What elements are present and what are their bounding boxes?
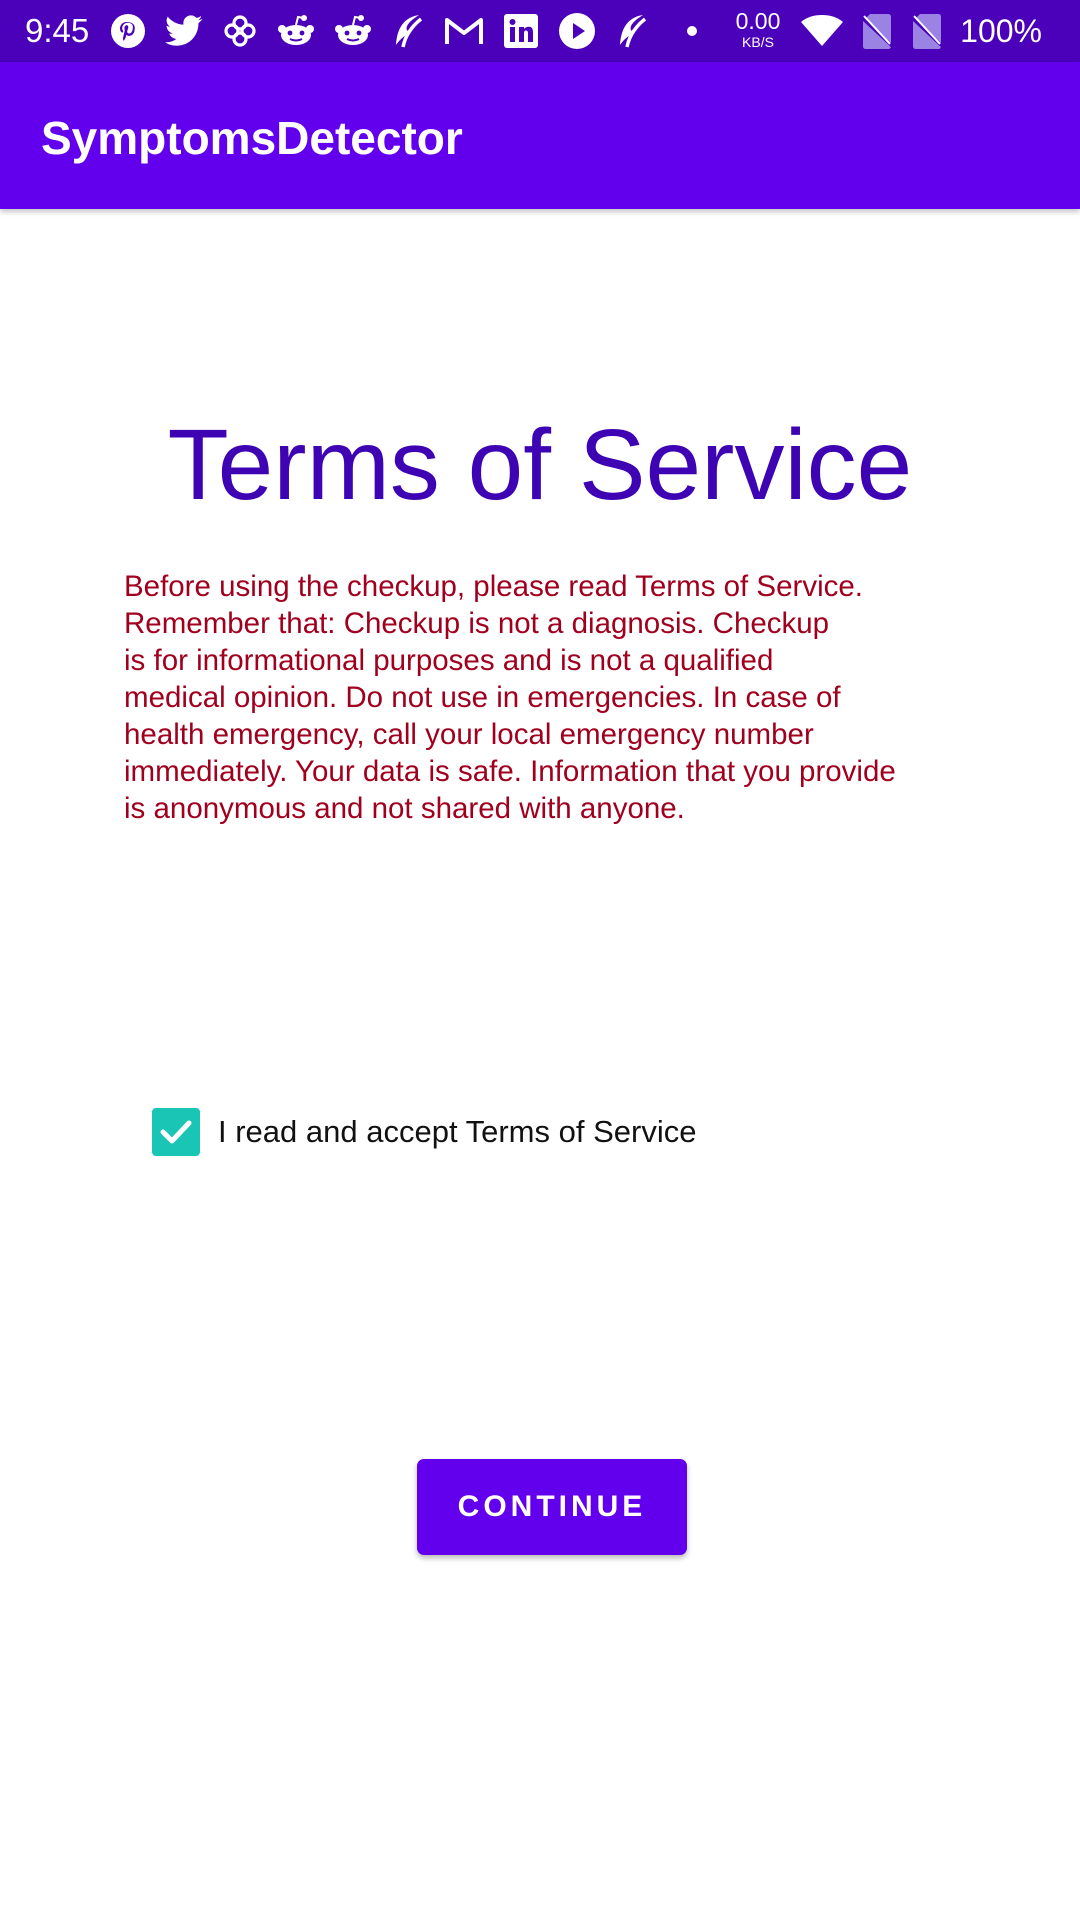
pinwheel-icon xyxy=(222,13,258,49)
network-speed-unit: KB/S xyxy=(742,34,774,50)
reddit-icon xyxy=(334,14,372,48)
status-time: 9:45 xyxy=(25,12,90,49)
app-title: SymptomsDetector xyxy=(41,112,463,164)
linkedin-icon xyxy=(503,13,539,49)
app-icon xyxy=(615,13,649,49)
network-speed: 0.00 KB/S xyxy=(730,8,786,50)
notification-icons xyxy=(110,11,698,51)
battery-level: 100% xyxy=(960,13,1042,49)
dot-icon xyxy=(686,25,698,37)
gmail-icon xyxy=(444,16,484,46)
twitter-icon xyxy=(165,14,203,48)
page-heading: Terms of Service xyxy=(167,409,913,521)
terms-text: Before using the checkup, please read Te… xyxy=(124,570,896,825)
wifi-icon xyxy=(800,14,844,48)
no-sim-icon xyxy=(860,12,894,50)
system-icons xyxy=(800,11,944,51)
status-bar: 9:45 0.00 KB/S 100% xyxy=(0,0,1080,62)
checkmark-icon xyxy=(160,1120,192,1144)
accept-terms-checkbox[interactable] xyxy=(152,1108,200,1156)
accept-terms-label[interactable]: I read and accept Terms of Service xyxy=(218,1114,696,1150)
network-speed-value: 0.00 xyxy=(735,8,781,34)
reddit-icon xyxy=(277,14,315,48)
continue-button[interactable]: CONTINUE xyxy=(417,1459,687,1555)
no-sim-icon xyxy=(910,12,944,50)
youtube-icon xyxy=(558,12,596,50)
app-icon xyxy=(391,13,425,49)
pinterest-icon xyxy=(110,13,146,49)
app-bar: SymptomsDetector xyxy=(0,62,1080,209)
accept-terms-row[interactable]: I read and accept Terms of Service xyxy=(152,1108,696,1156)
